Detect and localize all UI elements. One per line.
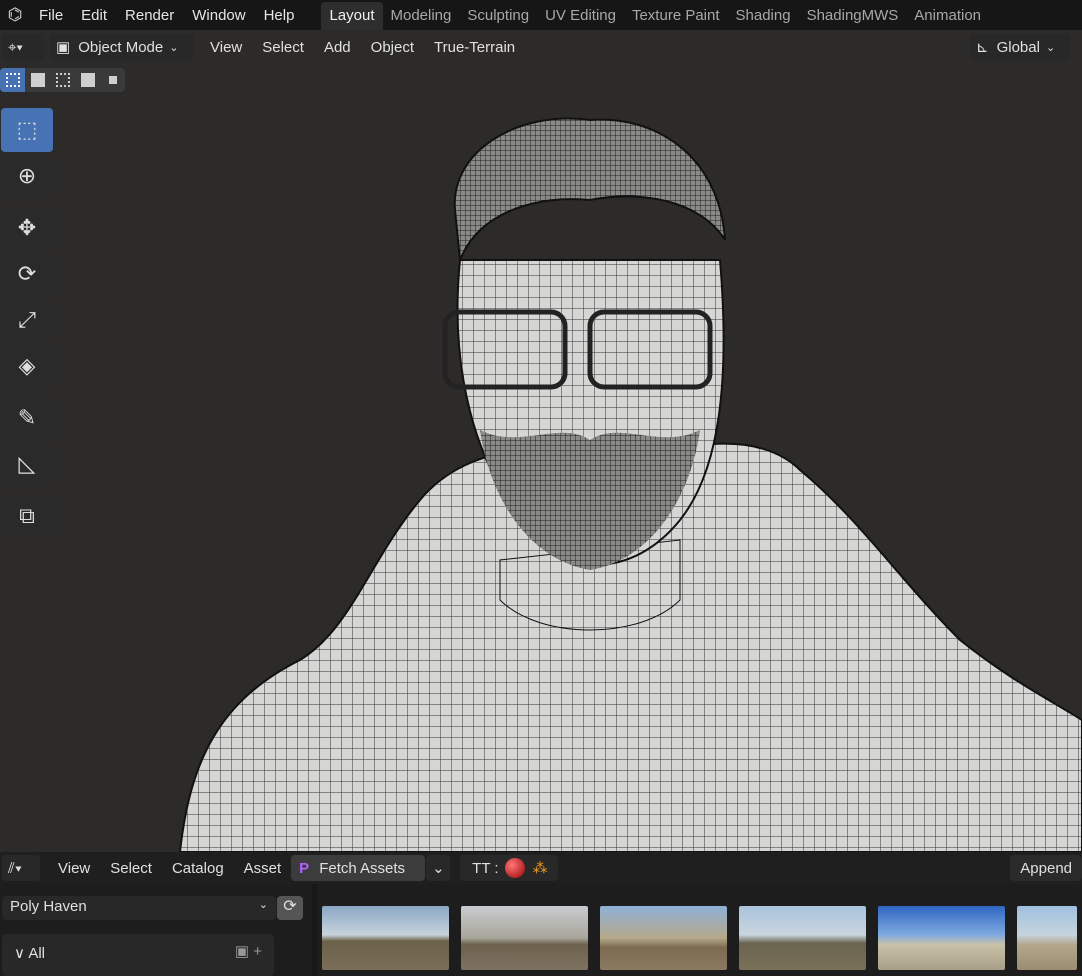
viewport-header: ⌖▾ ▣ Object Mode ⌄ View Select Add Object … [0, 31, 1082, 63]
asset-thumbnails [322, 906, 1077, 970]
append-button[interactable]: Append [1010, 855, 1082, 881]
select-box-tool-icon[interactable]: ⬚ [1, 108, 53, 152]
fetch-assets-label: Fetch Assets [319, 859, 406, 877]
library-label: Poly Haven [10, 898, 87, 915]
menu-window[interactable]: Window [183, 7, 254, 24]
blender-logo-icon[interactable]: ⌬ [0, 5, 30, 25]
select-subtract-icon[interactable] [50, 68, 75, 92]
mode-label: Object Mode [78, 38, 164, 56]
asset-menu-asset[interactable]: Asset [234, 860, 292, 877]
menu-select[interactable]: Select [252, 39, 314, 56]
select-new-icon[interactable] [0, 68, 25, 92]
tab-modeling[interactable]: Modeling [383, 2, 460, 30]
collapse-chevron-icon: ∨ [14, 945, 25, 962]
orientation-icon: ⊾ [976, 39, 989, 56]
editor-type-button[interactable]: ⌖▾ [2, 34, 44, 60]
move-tool-icon[interactable]: ✥ [1, 206, 53, 250]
add-cube-tool-icon[interactable]: ⧉ [1, 494, 53, 538]
scale-tool-icon[interactable]: ⤢ [1, 298, 53, 342]
tt-group: TT : ⁂ [460, 855, 559, 881]
menu-view[interactable]: View [200, 39, 252, 56]
tab-shading[interactable]: Shading [728, 2, 799, 30]
tab-texture-paint[interactable]: Texture Paint [624, 2, 728, 30]
menu-help[interactable]: Help [255, 7, 304, 24]
tab-uv-editing[interactable]: UV Editing [537, 2, 624, 30]
tab-shadingmws[interactable]: ShadingMWS [799, 2, 907, 30]
menu-add[interactable]: Add [314, 39, 361, 56]
menu-object[interactable]: Object [361, 39, 424, 56]
save-catalog-icon[interactable]: ▣ + [235, 942, 262, 960]
asset-sidebar: Poly Haven ⌄ ⟳ ∨ All ▣ + [0, 884, 310, 976]
material-ball-icon[interactable] [504, 858, 525, 878]
cursor-tool-icon[interactable]: ⊕ [1, 154, 53, 198]
tool-shelf: ⬚ ⊕ ✥ ⟳ ⤢ ◈ ✎ ◺ ⧉ [1, 108, 54, 540]
selection-mode-group [0, 68, 125, 92]
measure-tool-icon[interactable]: ◺ [1, 442, 53, 486]
tt-label: TT : [472, 859, 499, 877]
tab-animation[interactable]: Animation [906, 2, 989, 30]
asset-menu-catalog[interactable]: Catalog [162, 860, 234, 877]
rotate-tool-icon[interactable]: ⟳ [1, 252, 53, 296]
asset-browser-header: ⫽▾ View Select Catalog Asset P Fetch Asse… [0, 852, 1082, 884]
asset-thumbnail[interactable] [461, 906, 588, 970]
asset-menu-select[interactable]: Select [100, 860, 162, 877]
asset-browser-body: Poly Haven ⌄ ⟳ ∨ All ▣ + [0, 884, 1082, 976]
catalog-all-label: All [28, 945, 45, 962]
asset-menu-view[interactable]: View [48, 860, 100, 877]
menu-edit[interactable]: Edit [72, 7, 116, 24]
tab-sculpting[interactable]: Sculpting [459, 2, 537, 30]
menu-render[interactable]: Render [116, 7, 183, 24]
menu-file[interactable]: File [30, 7, 72, 24]
orientation-label: Global [996, 38, 1040, 56]
select-extend-icon[interactable] [25, 68, 50, 92]
catalog-all[interactable]: ∨ All ▣ + [2, 934, 274, 976]
annotate-tool-icon[interactable]: ✎ [1, 396, 53, 440]
fetch-assets-dropdown[interactable]: ⌄ [426, 855, 451, 881]
asset-thumbnail[interactable] [739, 906, 866, 970]
select-intersect-icon[interactable] [100, 68, 125, 92]
asset-thumbnail[interactable] [600, 906, 727, 970]
object-mode-icon: ▣ [56, 39, 71, 56]
asset-thumbnail[interactable] [1017, 906, 1077, 970]
transform-tool-icon[interactable]: ◈ [1, 344, 53, 388]
node-graph-icon[interactable]: ⁂ [533, 859, 548, 877]
character-wireframe-model [178, 117, 1082, 852]
menu-true-terrain[interactable]: True-Terrain [424, 39, 525, 56]
tab-layout[interactable]: Layout [321, 2, 383, 30]
mode-dropdown[interactable]: ▣ Object Mode ⌄ [50, 34, 194, 60]
transform-orientation-dropdown[interactable]: ⊾ Global ⌄ [970, 34, 1070, 60]
fetch-assets-icon: P [299, 859, 310, 877]
fetch-assets-button[interactable]: P Fetch Assets [291, 855, 426, 881]
asset-editor-type-button[interactable]: ⫽▾ [2, 855, 40, 881]
asset-thumbnail[interactable] [878, 906, 1005, 970]
select-invert-icon[interactable] [75, 68, 100, 92]
refresh-library-icon[interactable]: ⟳ [277, 896, 303, 920]
panel-divider [312, 884, 318, 976]
asset-thumbnail[interactable] [322, 906, 449, 970]
top-bar: ⌬ File Edit Render Window Help Layout Mo… [0, 0, 1082, 30]
library-dropdown[interactable]: Poly Haven ⌄ [2, 896, 276, 920]
